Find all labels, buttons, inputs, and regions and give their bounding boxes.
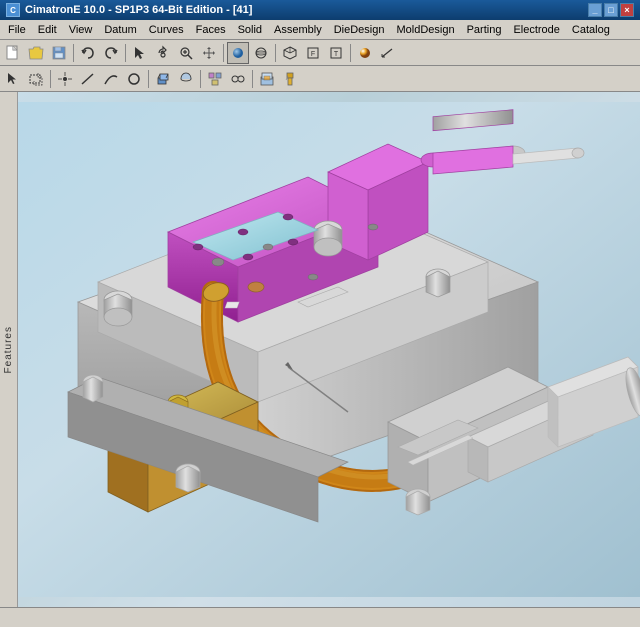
box-select[interactable] xyxy=(25,68,47,90)
menu-solid[interactable]: Solid xyxy=(232,20,268,39)
sep-8 xyxy=(200,70,201,88)
cad-scene-svg xyxy=(18,92,640,607)
svg-text:F: F xyxy=(311,51,315,58)
sep-5 xyxy=(350,44,351,62)
zoom-button[interactable] xyxy=(175,42,197,64)
arc-btn[interactable] xyxy=(100,68,122,90)
sep-3 xyxy=(223,44,224,62)
shaded-button[interactable] xyxy=(227,42,249,64)
menu-molddesign[interactable]: MoldDesign xyxy=(390,20,460,39)
arrow-select[interactable] xyxy=(2,68,24,90)
sep-9 xyxy=(252,70,253,88)
assemble-btn[interactable] xyxy=(204,68,226,90)
electrode-btn[interactable] xyxy=(279,68,301,90)
sep-4 xyxy=(275,44,276,62)
main-layout: Features xyxy=(0,92,640,607)
toolbar-1: F T xyxy=(0,40,640,66)
select-button[interactable] xyxy=(129,42,151,64)
title-bar: C CimatronE 10.0 - SP1P3 64-Bit Edition … xyxy=(0,0,640,20)
top-view-button[interactable]: T xyxy=(325,42,347,64)
pan-button[interactable] xyxy=(198,42,220,64)
toolbar-2 xyxy=(0,66,640,92)
measure-button[interactable] xyxy=(377,42,399,64)
menu-diedesign[interactable]: DieDesign xyxy=(328,20,391,39)
open-button[interactable] xyxy=(25,42,47,64)
circle-btn[interactable] xyxy=(123,68,145,90)
sep-7 xyxy=(148,70,149,88)
minimize-button[interactable]: _ xyxy=(588,3,602,17)
mold-btn[interactable] xyxy=(256,68,278,90)
menu-bar: File Edit View Datum Curves Faces Solid … xyxy=(0,20,640,40)
menu-electrode[interactable]: Electrode xyxy=(507,20,565,39)
menu-file[interactable]: File xyxy=(2,20,32,39)
front-view-button[interactable]: F xyxy=(302,42,324,64)
maximize-button[interactable]: □ xyxy=(604,3,618,17)
features-label: Features xyxy=(3,326,14,373)
line-btn[interactable] xyxy=(77,68,99,90)
extrude-btn[interactable] xyxy=(152,68,174,90)
menu-parting[interactable]: Parting xyxy=(461,20,508,39)
features-panel: Features xyxy=(0,92,18,607)
svg-text:T: T xyxy=(334,51,339,58)
revolve-btn[interactable] xyxy=(175,68,197,90)
rotate-button[interactable] xyxy=(152,42,174,64)
menu-edit[interactable]: Edit xyxy=(32,20,63,39)
menu-catalog[interactable]: Catalog xyxy=(566,20,616,39)
menu-faces[interactable]: Faces xyxy=(190,20,232,39)
close-button[interactable]: × xyxy=(620,3,634,17)
menu-curves[interactable]: Curves xyxy=(143,20,190,39)
sep-2 xyxy=(125,44,126,62)
window-controls[interactable]: _ □ × xyxy=(588,3,634,17)
undo-button[interactable] xyxy=(77,42,99,64)
render-button[interactable] xyxy=(354,42,376,64)
new-button[interactable] xyxy=(2,42,24,64)
point-btn[interactable] xyxy=(54,68,76,90)
status-bar xyxy=(0,607,640,627)
mate-btn[interactable] xyxy=(227,68,249,90)
menu-view[interactable]: View xyxy=(63,20,99,39)
app-icon: C xyxy=(6,3,20,17)
menu-assembly[interactable]: Assembly xyxy=(268,20,328,39)
viewport-3d[interactable] xyxy=(18,92,640,607)
sep-6 xyxy=(50,70,51,88)
save-button[interactable] xyxy=(48,42,70,64)
iso-view-button[interactable] xyxy=(279,42,301,64)
redo-button[interactable] xyxy=(100,42,122,64)
sep-1 xyxy=(73,44,74,62)
menu-datum[interactable]: Datum xyxy=(98,20,142,39)
wireframe-button[interactable] xyxy=(250,42,272,64)
app-title: CimatronE 10.0 - SP1P3 64-Bit Edition - … xyxy=(25,4,252,16)
